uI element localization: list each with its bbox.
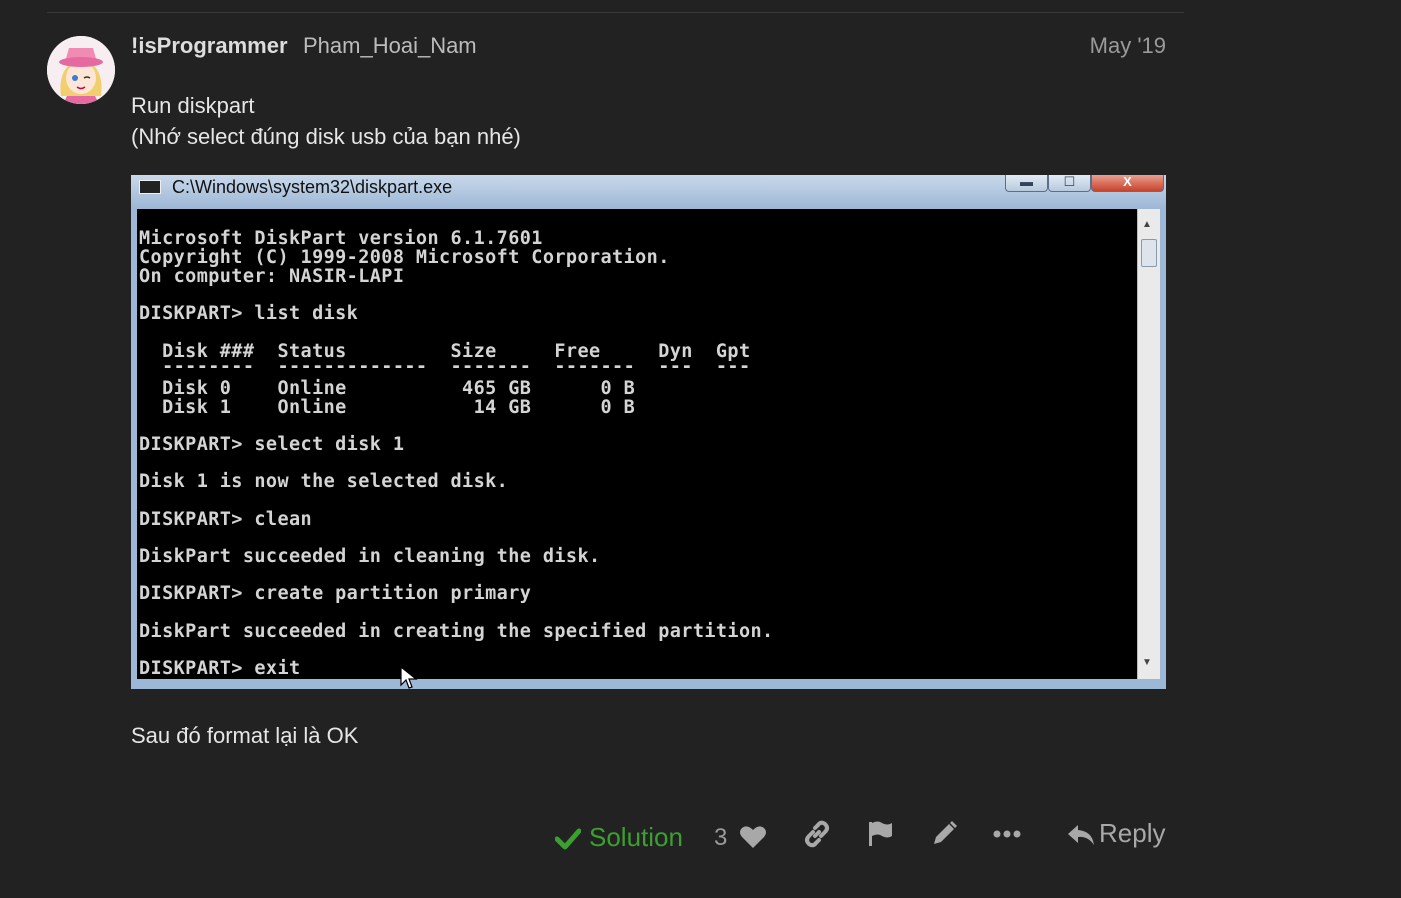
more-options-icon[interactable] bbox=[993, 828, 1021, 840]
console-line: DISKPART> list disk bbox=[139, 303, 359, 324]
link-icon[interactable] bbox=[803, 820, 831, 848]
console-line: DISKPART> select disk 1 bbox=[139, 434, 405, 455]
reply-label: Reply bbox=[1099, 818, 1166, 848]
heart-icon[interactable] bbox=[739, 824, 767, 850]
close-icon: X bbox=[1091, 175, 1164, 192]
post-text-line-1: Run diskpart bbox=[131, 93, 255, 118]
console-window-icon bbox=[139, 180, 161, 194]
console-scrollbar: ▲ ▼ bbox=[1137, 209, 1160, 679]
console-line: Disk 0 Online 465 GB 0 B bbox=[139, 378, 636, 399]
maximize-icon: ☐ bbox=[1048, 175, 1091, 192]
like-count[interactable]: 3 bbox=[714, 824, 727, 852]
window-frame-right bbox=[1160, 209, 1166, 679]
console-line: DiskPart succeeded in creating the speci… bbox=[139, 621, 774, 642]
post-screenshot[interactable]: C:\Windows\system32\diskpart.exe ▬ ☐ X M… bbox=[131, 175, 1166, 689]
post-divider bbox=[47, 12, 1184, 13]
console-line: Copyright (C) 1999-2008 Microsoft Corpor… bbox=[139, 247, 670, 268]
reply-button[interactable]: Reply bbox=[1067, 818, 1165, 849]
console-output: Microsoft DiskPart version 6.1.7601 Copy… bbox=[137, 209, 1137, 679]
flag-icon[interactable] bbox=[867, 820, 895, 848]
pencil-icon[interactable] bbox=[930, 820, 958, 848]
window-title: C:\Windows\system32\diskpart.exe bbox=[172, 177, 453, 197]
scroll-down-arrow-icon: ▼ bbox=[1142, 657, 1152, 668]
console-line: DISKPART> clean bbox=[139, 509, 313, 530]
scroll-up-arrow-icon: ▲ bbox=[1142, 219, 1152, 230]
console-line: DiskPart succeeded in cleaning the disk. bbox=[139, 546, 601, 567]
window-frame-bottom bbox=[131, 679, 1166, 689]
avatar-image bbox=[47, 36, 115, 104]
console-line: Disk 1 Online 14 GB 0 B bbox=[139, 397, 636, 418]
post-text-line-3: Sau đó format lại là OK bbox=[131, 723, 359, 748]
minimize-icon: ▬ bbox=[1005, 175, 1048, 192]
post-username[interactable]: !isProgrammer bbox=[131, 33, 288, 59]
solution-label: Solution bbox=[589, 822, 683, 852]
post-full-name[interactable]: Pham_Hoai_Nam bbox=[303, 33, 477, 59]
post-text-line-2: (Nhớ select đúng disk usb của bạn nhé) bbox=[131, 124, 521, 149]
mouse-cursor-icon bbox=[400, 665, 418, 689]
solution-button[interactable]: Solution bbox=[555, 822, 683, 853]
console-line: DISKPART> create partition primary bbox=[139, 583, 532, 604]
console-line: DISKPART> exit bbox=[139, 658, 301, 679]
console-line: Microsoft DiskPart version 6.1.7601 bbox=[139, 228, 543, 249]
reply-icon bbox=[1068, 825, 1094, 846]
post-date[interactable]: May '19 bbox=[1090, 33, 1166, 59]
window-titlebar: C:\Windows\system32\diskpart.exe ▬ ☐ X bbox=[131, 175, 1166, 209]
check-icon bbox=[555, 828, 581, 850]
console-line: -------- ------------- ------- ------- -… bbox=[139, 356, 751, 377]
avatar[interactable] bbox=[47, 36, 115, 104]
console-line: Disk 1 is now the selected disk. bbox=[139, 471, 509, 492]
console-line: On computer: NASIR-LAPI bbox=[139, 266, 405, 287]
scroll-thumb bbox=[1141, 239, 1157, 267]
